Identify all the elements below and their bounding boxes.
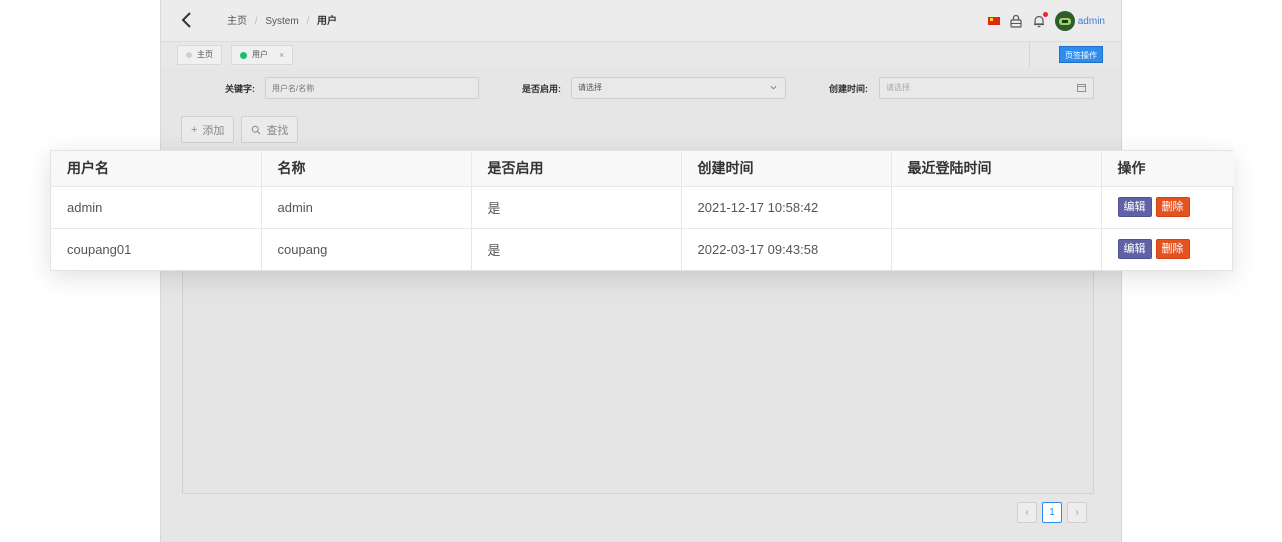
breadcrumb-separator: / [254, 16, 258, 27]
tab-user[interactable]: 用户 × [231, 45, 294, 65]
close-icon[interactable]: × [279, 46, 284, 64]
lock-icon[interactable] [1009, 14, 1023, 28]
cell-username: coupang01 [51, 228, 262, 270]
breadcrumb-system[interactable]: System [265, 16, 298, 27]
breadcrumb-separator: / [306, 16, 310, 27]
cell-name: admin [261, 186, 472, 229]
avatar[interactable] [1054, 11, 1075, 31]
created-time-placeholder: 请选择 [886, 83, 910, 92]
pagination: ‹ 1 › [1017, 502, 1087, 523]
enabled-select-value: 请选择 [578, 83, 602, 92]
user-menu[interactable]: admin [1054, 11, 1105, 31]
header-tools: admin [987, 10, 1105, 32]
column-header-name[interactable]: 名称 [261, 151, 472, 187]
table-row[interactable]: admin admin 是 2021-12-17 10:58:42 编辑 删除 [51, 186, 1234, 229]
tab-status-dot [240, 51, 247, 59]
edit-button[interactable]: 编辑 [1117, 197, 1152, 217]
tab-label: 主页 [197, 50, 213, 59]
created-time-label: 创建时间: [829, 84, 868, 94]
tab-bar: 主页 用户 × 页签操作 [161, 42, 1121, 68]
search-button-label: 查找 [266, 124, 289, 137]
column-header-enabled[interactable]: 是否启用 [471, 151, 682, 187]
tab-divider [1029, 42, 1030, 68]
cell-actions: 编辑 删除 [1101, 228, 1234, 270]
cell-last-login [891, 228, 1102, 270]
keyword-label: 关键字: [225, 84, 255, 94]
column-header-username[interactable]: 用户名 [51, 151, 262, 187]
users-table-grid: 用户名 名称 是否启用 创建时间 最近登陆时间 操作 admin admin 是… [51, 151, 1234, 270]
delete-button[interactable]: 删除 [1155, 197, 1190, 217]
admin-app: 主页 / System / 用户 admin 主页 用户 × 页签操作 关键字:… [160, 0, 1122, 542]
cell-created: 2022-03-17 09:43:58 [681, 228, 892, 270]
cell-actions: 编辑 删除 [1101, 186, 1234, 229]
cell-enabled: 是 [471, 228, 682, 270]
users-table: 用户名 名称 是否启用 创建时间 最近登陆时间 操作 admin admin 是… [50, 150, 1234, 271]
keyword-input[interactable] [265, 77, 479, 99]
chevron-left-icon[interactable] [179, 10, 195, 30]
action-bar: + 添加 查找 [181, 116, 299, 144]
cell-enabled: 是 [471, 186, 682, 229]
edit-button[interactable]: 编辑 [1117, 239, 1152, 260]
table-row[interactable]: coupang01 coupang 是 2022-03-17 09:43:58 … [51, 228, 1234, 270]
cell-name: coupang [261, 228, 472, 270]
cell-last-login [891, 186, 1102, 229]
breadcrumb-current: 用户 [317, 16, 338, 27]
breadcrumb: 主页 / System / 用户 [227, 12, 337, 27]
created-time-picker[interactable]: 请选择 [879, 77, 1094, 99]
username[interactable]: admin [1078, 16, 1105, 27]
cell-created: 2021-12-17 10:58:42 [681, 186, 892, 229]
tab-operations-button[interactable]: 页签操作 [1059, 46, 1103, 63]
china-flag-icon[interactable] [987, 17, 1000, 25]
table-header-row: 用户名 名称 是否启用 创建时间 最近登陆时间 操作 [51, 151, 1234, 187]
column-header-actions: 操作 [1101, 151, 1234, 187]
bell-icon[interactable] [1032, 12, 1048, 28]
tab-home[interactable]: 主页 [177, 45, 222, 65]
notification-dot [1042, 12, 1048, 17]
top-header: 主页 / System / 用户 admin [161, 0, 1121, 42]
add-button-label: 添加 [202, 124, 225, 137]
column-header-last-login[interactable]: 最近登陆时间 [891, 151, 1102, 187]
add-button[interactable]: + 添加 [181, 116, 235, 143]
calendar-icon [1077, 84, 1086, 92]
cell-username: admin [51, 186, 262, 229]
search-icon [252, 125, 261, 134]
search-button[interactable]: 查找 [241, 116, 299, 143]
delete-button[interactable]: 删除 [1155, 239, 1190, 260]
filter-bar: 关键字: 是否启用: 请选择 创建时间: 请选择 [161, 68, 1121, 108]
enabled-label: 是否启用: [522, 84, 561, 94]
page-button-current[interactable]: 1 [1042, 502, 1062, 523]
enabled-select[interactable]: 请选择 [571, 77, 786, 99]
next-page-button[interactable]: › [1067, 502, 1087, 523]
prev-page-button[interactable]: ‹ [1017, 502, 1037, 523]
chevron-down-icon [770, 85, 777, 90]
breadcrumb-home[interactable]: 主页 [227, 16, 247, 27]
plus-icon: + [191, 123, 198, 136]
tab-status-dot [186, 52, 192, 58]
tab-label: 用户 [252, 50, 268, 59]
column-header-created[interactable]: 创建时间 [681, 151, 892, 187]
